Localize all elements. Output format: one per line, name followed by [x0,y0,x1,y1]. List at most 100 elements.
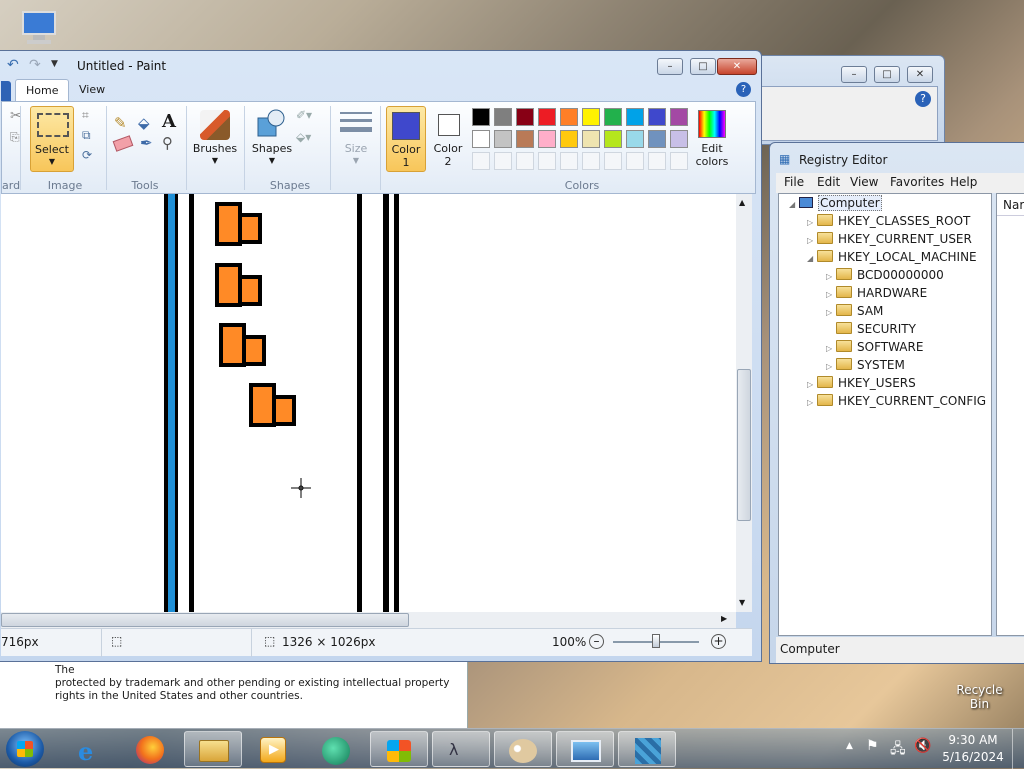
tree-item-sam[interactable]: ▷ SAM [826,302,883,320]
palette-custom-slot[interactable] [670,152,688,170]
horizontal-scrollbar[interactable]: ▶ [1,612,736,628]
collapse-icon[interactable]: ◢ [789,196,799,214]
tree-item-hardware[interactable]: ▷ HARDWARE [826,284,927,302]
tree-item-hkcr[interactable]: ▷ HKEY_CLASSES_ROOT [807,212,970,230]
taskbar-media-player[interactable]: ▶ [246,731,304,767]
taskbar-registry[interactable] [618,731,676,767]
redo-icon[interactable]: ↷ [29,57,41,73]
menu-view[interactable]: View [850,175,878,189]
scroll-down-icon[interactable]: ▼ [739,598,745,607]
palette-color-swatch[interactable] [670,130,688,148]
taskbar-firefox[interactable] [122,731,180,767]
menu-favorites[interactable]: Favorites [890,175,944,189]
tree-item-system[interactable]: ▷ SYSTEM [826,356,905,374]
palette-color-swatch[interactable] [648,108,666,126]
copy-icon[interactable]: ⎘ [10,130,20,145]
show-hidden-icons[interactable]: ▲ [846,741,853,751]
palette-custom-slot[interactable] [582,152,600,170]
scroll-thumb-horizontal[interactable] [1,613,409,627]
taskbar-network-app[interactable] [308,731,366,767]
help-icon[interactable]: ? [915,91,931,107]
menu-help[interactable]: Help [950,175,977,189]
help-icon[interactable]: ? [736,82,751,97]
computer-desktop-icon[interactable] [14,8,64,51]
shapes-button[interactable]: Shapes ▼ [250,106,294,172]
tab-view[interactable]: View [69,79,115,101]
palette-color-swatch[interactable] [538,108,556,126]
tree-item-hklm[interactable]: ◢ HKEY_LOCAL_MACHINE [807,248,977,266]
palette-custom-slot[interactable] [560,152,578,170]
clock-time[interactable]: 9:30 AM [940,733,1006,747]
start-button[interactable] [6,731,44,767]
expand-icon[interactable]: ▷ [807,394,817,412]
drawing-canvas[interactable] [1,194,736,612]
palette-custom-slot[interactable] [626,152,644,170]
palette-color-swatch[interactable] [516,130,534,148]
undo-icon[interactable]: ↶ [7,57,19,73]
customize-quick-access-icon[interactable]: ▼ [51,59,58,69]
palette-color-swatch[interactable] [582,130,600,148]
palette-custom-slot[interactable] [538,152,556,170]
magnifier-icon[interactable]: ⚲ [162,134,173,152]
outline-icon[interactable]: ✐▾ [296,108,312,122]
palette-color-swatch[interactable] [560,108,578,126]
size-button[interactable]: Size ▼ [336,106,376,172]
tree-item-software[interactable]: ▷ SOFTWARE [826,338,923,356]
palette-custom-slot[interactable] [494,152,512,170]
scroll-right-icon[interactable]: ▶ [721,614,727,623]
pencil-icon[interactable]: ✎ [114,114,127,132]
palette-color-swatch[interactable] [604,108,622,126]
minimize-button[interactable]: – [657,58,683,75]
action-center-flag-icon[interactable]: ⚑ [866,738,879,754]
palette-color-swatch[interactable] [494,130,512,148]
vertical-scrollbar[interactable]: ▲ ▼ [736,194,752,612]
palette-color-swatch[interactable] [472,130,490,148]
tree-item-hku[interactable]: ▷ HKEY_USERS [807,374,916,392]
taskbar-image-viewer[interactable] [556,731,614,767]
scroll-thumb[interactable] [737,369,751,521]
fill-icon[interactable]: ⬙ [138,114,150,132]
resize-icon[interactable]: ⧉ [82,128,91,143]
rotate-icon[interactable]: ⟳ [82,148,92,162]
palette-color-swatch[interactable] [582,108,600,126]
taskbar-lambda-app[interactable]: λ [432,731,490,767]
column-header-name[interactable]: Nar [997,194,1024,216]
palette-color-swatch[interactable] [494,108,512,126]
text-icon[interactable]: A [162,111,176,132]
tab-home[interactable]: Home [15,79,70,101]
taskbar-windows-app[interactable] [370,731,428,767]
network-icon[interactable]: 🖧 [890,738,906,762]
zoom-out-button[interactable]: – [589,634,604,649]
edit-colors-button[interactable]: Edit colors [692,106,732,172]
maximize-button[interactable]: □ [690,58,716,75]
tree-item-bcd[interactable]: ▷ BCD00000000 [826,266,944,284]
zoom-slider-thumb[interactable] [652,634,660,648]
shape-fill-icon[interactable]: ⬙▾ [296,130,311,144]
taskbar-explorer[interactable] [184,731,242,767]
color-picker-icon[interactable]: ✒ [140,134,153,152]
bg-minimize-button[interactable]: – [841,66,867,83]
bg-maximize-button[interactable]: □ [874,66,900,83]
brushes-button[interactable]: Brushes ▼ [192,106,238,172]
select-button[interactable]: Select ▼ [30,106,74,172]
close-button[interactable]: ✕ [717,58,757,75]
palette-color-swatch[interactable] [560,130,578,148]
show-desktop-button[interactable] [1012,729,1024,769]
collapse-icon[interactable]: ◢ [807,250,817,268]
palette-color-swatch[interactable] [670,108,688,126]
palette-color-swatch[interactable] [516,108,534,126]
color2-button[interactable]: Color 2 [428,106,468,172]
tree-item-hkcc[interactable]: ▷ HKEY_CURRENT_CONFIG [807,392,986,410]
palette-color-swatch[interactable] [472,108,490,126]
palette-custom-slot[interactable] [604,152,622,170]
tree-item-computer[interactable]: ◢ Computer [789,194,882,212]
paint-menu-button[interactable] [1,81,11,101]
tree-item-security[interactable]: SECURITY [826,320,916,338]
tree-item-hkcu[interactable]: ▷ HKEY_CURRENT_USER [807,230,972,248]
menu-edit[interactable]: Edit [817,175,840,189]
palette-custom-slot[interactable] [472,152,490,170]
volume-muted-icon[interactable]: 🔇 [914,738,931,754]
zoom-in-button[interactable]: + [711,634,726,649]
palette-color-swatch[interactable] [604,130,622,148]
palette-color-swatch[interactable] [626,108,644,126]
